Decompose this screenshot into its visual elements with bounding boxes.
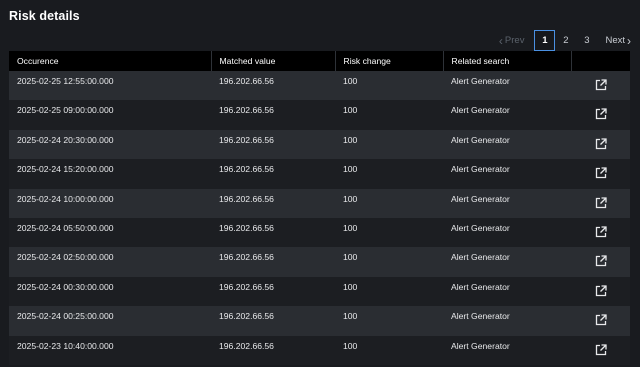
cell-matched-value: 196.202.66.56	[219, 252, 274, 263]
cell-occurrence: 2025-02-25 12:55:00.000	[17, 76, 114, 86]
open-related-search-button[interactable]	[571, 71, 630, 100]
cell-related-search: Alert Generator	[451, 164, 510, 175]
external-link-icon	[595, 285, 607, 299]
external-link-icon	[595, 138, 607, 152]
cell-risk-change: 100	[343, 193, 358, 204]
panel-title: Risk details	[9, 9, 80, 23]
column-header-actions	[571, 51, 630, 71]
prev-page-label: Prev	[504, 35, 525, 46]
table-header-row: Occurence Matched value Risk change Rela…	[9, 51, 630, 71]
cell-related-search: Alert Generator	[451, 252, 510, 263]
cell-occurrence: 2025-02-24 20:30:00.000	[17, 134, 114, 145]
cell-related-search: Alert Generator	[451, 76, 510, 86]
table-row: 2025-02-24 10:00:00.000 196.202.66.56 100 A…	[9, 188, 630, 218]
prev-page-button[interactable]: ‹ Prev	[499, 35, 525, 47]
next-page-label: Next	[605, 35, 625, 46]
table-row: 2025-02-24 15:20:00.000 196.202.66.56 100 A…	[9, 159, 630, 189]
external-link-icon	[595, 226, 607, 240]
chevron-left-icon: ‹	[498, 33, 503, 48]
cell-related-search: Alert Generator	[451, 222, 510, 233]
cell-risk-change: 100	[343, 164, 358, 175]
open-related-search-button[interactable]	[571, 277, 630, 306]
open-related-search-button[interactable]	[571, 336, 630, 365]
cell-occurrence: 2025-02-24 00:25:00.000	[17, 311, 114, 322]
table-row: 2025-02-24 20:30:00.000 196.202.66.56 100 A…	[9, 129, 630, 160]
cell-matched-value: 196.202.66.56	[219, 281, 274, 292]
cell-risk-change: 100	[343, 105, 358, 116]
cell-risk-change: 100	[343, 311, 358, 322]
cell-related-search: Alert Generator	[451, 105, 510, 116]
table-row: 2025-02-25 12:55:00.000 196.202.66.56 100 A…	[9, 71, 630, 101]
external-link-icon	[595, 255, 607, 269]
table-row: 2025-02-24 00:25:00.000 196.202.66.56 100 A…	[9, 306, 630, 336]
cell-risk-change: 100	[343, 134, 358, 145]
external-link-icon	[595, 108, 607, 122]
page-button-1[interactable]: 1	[534, 30, 556, 51]
column-header-occurence[interactable]: Occurence	[9, 51, 212, 71]
open-related-search-button[interactable]	[571, 218, 630, 247]
cell-matched-value: 196.202.66.56	[219, 105, 274, 116]
cell-matched-value: 196.202.66.56	[219, 222, 274, 233]
cell-occurrence: 2025-02-24 00:30:00.000	[17, 281, 114, 292]
open-related-search-button[interactable]	[571, 159, 630, 188]
cell-related-search: Alert Generator	[451, 193, 510, 204]
cell-matched-value: 196.202.66.56	[219, 76, 274, 86]
open-related-search-button[interactable]	[571, 247, 630, 276]
table-row: 2025-02-24 02:50:00.000 196.202.66.56 100 A…	[9, 247, 630, 277]
open-related-search-button[interactable]	[571, 130, 630, 159]
cell-occurrence: 2025-02-24 02:50:00.000	[17, 252, 114, 263]
cell-occurrence: 2025-02-24 05:50:00.000	[17, 222, 114, 233]
cell-matched-value: 196.202.66.56	[219, 134, 274, 145]
pagination: ‹ Prev 1 2 3 Next ›	[499, 29, 631, 52]
column-header-related-search[interactable]: Related search	[443, 51, 572, 71]
cell-risk-change: 100	[343, 76, 358, 86]
external-link-icon	[595, 196, 607, 211]
column-header-matched-value[interactable]: Matched value	[211, 51, 336, 71]
cell-risk-change: 100	[343, 281, 358, 292]
open-related-search-button[interactable]	[571, 306, 630, 335]
cell-related-search: Alert Generator	[451, 134, 510, 145]
external-link-icon	[595, 343, 607, 358]
table-row: 2025-02-24 00:30:00.000 196.202.66.56 100 A…	[9, 276, 630, 307]
external-link-icon	[595, 314, 607, 328]
risk-details-table: Occurence Matched value Risk change Rela…	[9, 51, 630, 365]
cell-related-search: Alert Generator	[451, 281, 510, 292]
cell-matched-value: 196.202.66.56	[219, 340, 274, 351]
cell-occurrence: 2025-02-24 15:20:00.000	[17, 164, 114, 175]
open-related-search-button[interactable]	[571, 189, 630, 218]
chevron-right-icon: ›	[627, 33, 631, 48]
cell-matched-value: 196.202.66.56	[219, 164, 274, 175]
cell-risk-change: 100	[343, 340, 358, 351]
open-related-search-button[interactable]	[571, 100, 630, 129]
cell-related-search: Alert Generator	[451, 311, 510, 322]
cell-matched-value: 196.202.66.56	[219, 311, 274, 322]
page-button-3[interactable]: 3	[576, 30, 597, 51]
external-link-icon	[595, 79, 607, 93]
table-row: 2025-02-25 09:00:00.000 196.202.66.56 100 A…	[9, 100, 630, 130]
next-page-button[interactable]: Next ›	[605, 35, 631, 47]
cell-risk-change: 100	[343, 252, 358, 263]
table-row: 2025-02-24 05:50:00.000 196.202.66.56 100 A…	[9, 217, 630, 248]
table-row: 2025-02-23 10:40:00.000 196.202.66.56 100 A…	[9, 335, 630, 365]
cell-risk-change: 100	[343, 222, 358, 233]
cell-occurrence: 2025-02-25 09:00:00.000	[17, 105, 114, 116]
cell-related-search: Alert Generator	[451, 340, 510, 351]
column-header-risk-change[interactable]: Risk change	[335, 51, 444, 71]
cell-occurrence: 2025-02-24 10:00:00.000	[17, 193, 114, 204]
external-link-icon	[595, 167, 607, 181]
cell-occurrence: 2025-02-23 10:40:00.000	[17, 340, 114, 351]
cell-matched-value: 196.202.66.56	[219, 193, 274, 204]
page-button-2[interactable]: 2	[555, 30, 576, 51]
